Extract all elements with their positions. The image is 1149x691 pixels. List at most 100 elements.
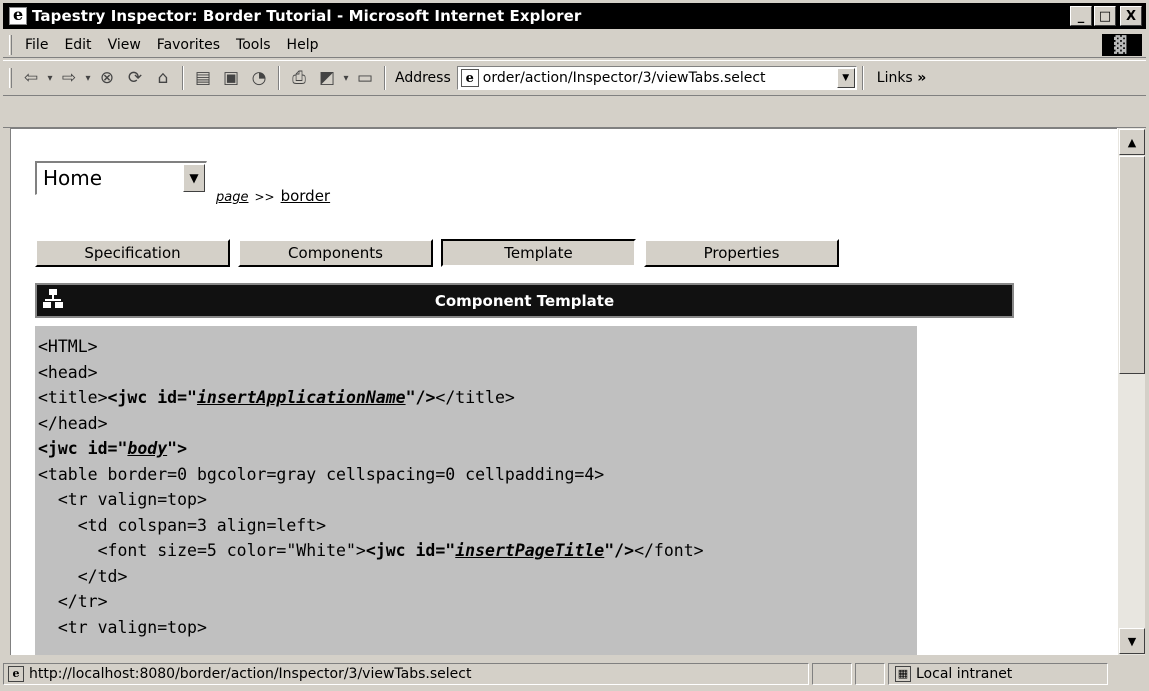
close-button[interactable]: X xyxy=(1120,6,1142,26)
code-fragment: <jwc id=" xyxy=(107,388,197,407)
discuss-icon[interactable]: ▭ xyxy=(354,67,376,89)
code-fragment: <jwc id=" xyxy=(365,541,456,560)
code-fragment: <td colspan=3 align=left> xyxy=(38,515,327,535)
address-dropdown-icon[interactable]: ▼ xyxy=(836,68,855,88)
template-line: <font size=5 color="White"><jwc id="inse… xyxy=(38,538,917,564)
code-fragment: <HTML> xyxy=(38,337,98,356)
tab-properties[interactable]: Properties xyxy=(644,239,839,267)
print-icon[interactable]: ⎙ xyxy=(288,67,310,89)
links-button[interactable]: Links » xyxy=(877,70,926,86)
code-fragment: <head> xyxy=(38,362,98,382)
links-chevron: » xyxy=(917,70,927,86)
tab-template[interactable]: Template xyxy=(441,239,636,267)
code-fragment: </title> xyxy=(435,388,515,407)
content-top-frame xyxy=(3,98,1146,128)
template-line: <title><jwc id="insertApplicationName"/>… xyxy=(38,385,917,411)
address-field[interactable]: e order/action/Inspector/3/viewTabs.sele… xyxy=(456,66,857,90)
edit-icon[interactable]: ◩ xyxy=(316,67,338,89)
component-id-link[interactable]: body xyxy=(127,439,167,458)
forward-dropdown-icon[interactable]: ▾ xyxy=(83,67,93,89)
chevron-down-icon[interactable]: ▼ xyxy=(183,164,205,192)
template-line: <tr valign=top> xyxy=(38,615,917,641)
scroll-down-arrow-icon[interactable]: ▼ xyxy=(1119,628,1145,654)
refresh-icon[interactable]: ⟳ xyxy=(124,67,146,89)
tab-specification[interactable]: Specification xyxy=(35,239,230,267)
address-label: Address xyxy=(395,70,451,86)
page-select[interactable]: Home ▼ xyxy=(35,161,207,195)
code-fragment: </font> xyxy=(634,541,704,560)
code-fragment: </td> xyxy=(38,566,128,586)
menu-favorites[interactable]: Favorites xyxy=(149,37,228,53)
title-bar: Tapestry Inspector: Border Tutorial - Mi… xyxy=(3,3,1146,29)
component-tree-icon xyxy=(43,289,63,309)
window-controls: _ □ X xyxy=(1070,6,1142,26)
history-icon[interactable]: ◔ xyxy=(248,67,270,89)
menu-grip[interactable] xyxy=(9,34,12,55)
vertical-scrollbar[interactable]: ▲ ▼ xyxy=(1117,128,1145,655)
toolbar-grip[interactable] xyxy=(9,68,12,88)
toolbar-separator xyxy=(182,66,184,90)
menu-bar: File Edit View Favorites Tools Help xyxy=(3,32,1146,58)
edit-dropdown-icon[interactable]: ▾ xyxy=(341,67,351,89)
section-title: Component Template xyxy=(434,291,615,310)
template-line: <jwc id="body"> xyxy=(38,436,917,462)
address-value[interactable]: order/action/Inspector/3/viewTabs.select xyxy=(483,70,766,86)
home-icon[interactable]: ⌂ xyxy=(152,67,174,89)
template-line: <table border=0 bgcolor=gray cellspacing… xyxy=(38,462,917,488)
back-dropdown-icon[interactable]: ▾ xyxy=(45,67,55,89)
intranet-icon: ▦ xyxy=(895,666,911,682)
breadcrumb: page >> border xyxy=(216,187,330,205)
menu-view[interactable]: View xyxy=(100,37,149,53)
menu-file[interactable]: File xyxy=(17,37,56,53)
breadcrumb-separator: >> xyxy=(254,190,275,204)
breadcrumb-page-link[interactable]: page xyxy=(216,190,248,205)
forward-arrow-icon[interactable]: ⇨ xyxy=(58,67,80,89)
windows-flag-icon xyxy=(1102,34,1142,56)
code-fragment: <tr valign=top> xyxy=(38,617,207,637)
scroll-up-arrow-icon[interactable]: ▲ xyxy=(1119,129,1145,155)
page-icon: e xyxy=(460,69,479,87)
code-fragment: <tr valign=top> xyxy=(38,490,207,509)
maximize-button[interactable]: □ xyxy=(1094,6,1116,26)
browser-window: Tapestry Inspector: Border Tutorial - Mi… xyxy=(0,0,1149,691)
code-fragment: <title> xyxy=(38,388,108,407)
template-line: <tr valign=top> xyxy=(38,487,917,513)
code-fragment: "/> xyxy=(604,541,635,560)
menu-help[interactable]: Help xyxy=(279,37,327,53)
status-text: http://localhost:8080/border/action/Insp… xyxy=(29,666,472,682)
zone-panel: ▦ Local intranet xyxy=(888,663,1108,685)
template-line: <HTML> xyxy=(38,334,917,360)
links-label: Links xyxy=(876,70,913,86)
search-icon[interactable]: ▤ xyxy=(192,67,214,89)
ie-logo-icon xyxy=(9,5,27,25)
code-fragment: <table border=0 bgcolor=gray cellspacing… xyxy=(38,464,605,484)
minimize-button[interactable]: _ xyxy=(1070,6,1092,26)
standard-toolbar: ⇦ ▾ ⇨ ▾ ⊗ ⟳ ⌂ ▤ ▣ ◔ ⎙ ◩ ▾ ▭ Address e or… xyxy=(3,60,1146,96)
code-fragment: "> xyxy=(167,439,188,458)
template-line: <td colspan=3 align=left> xyxy=(38,513,917,539)
menu-edit[interactable]: Edit xyxy=(56,37,99,53)
template-line: </td> xyxy=(38,564,917,590)
code-fragment: <font size=5 color="White"> xyxy=(38,541,366,560)
toolbar-separator xyxy=(861,66,864,90)
window-title: Tapestry Inspector: Border Tutorial - Mi… xyxy=(32,7,582,25)
favorites-icon[interactable]: ▣ xyxy=(220,67,242,89)
back-arrow-icon[interactable]: ⇦ xyxy=(20,67,42,89)
tab-components[interactable]: Components xyxy=(238,239,433,267)
breadcrumb-component-link[interactable]: border xyxy=(281,187,331,205)
component-id-link[interactable]: insertPageTitle xyxy=(455,541,604,560)
code-fragment: </tr> xyxy=(38,592,108,611)
stop-icon[interactable]: ⊗ xyxy=(96,67,118,89)
code-fragment: "/> xyxy=(405,388,436,407)
template-line: <head> xyxy=(38,360,917,386)
status-cell xyxy=(855,663,885,685)
status-bar: e http://localhost:8080/border/action/In… xyxy=(3,660,1146,688)
status-cell xyxy=(812,663,852,685)
status-text-panel: e http://localhost:8080/border/action/In… xyxy=(3,663,809,685)
template-code-block: <HTML> <head> <title><jwc id="insertApplic… xyxy=(35,326,917,655)
scroll-thumb[interactable] xyxy=(1119,156,1145,374)
inspector-tabs: Specification Components Template Proper… xyxy=(35,239,839,267)
page-status-icon: e xyxy=(8,666,24,682)
component-id-link[interactable]: insertApplicationName xyxy=(197,388,406,407)
menu-tools[interactable]: Tools xyxy=(228,37,279,53)
